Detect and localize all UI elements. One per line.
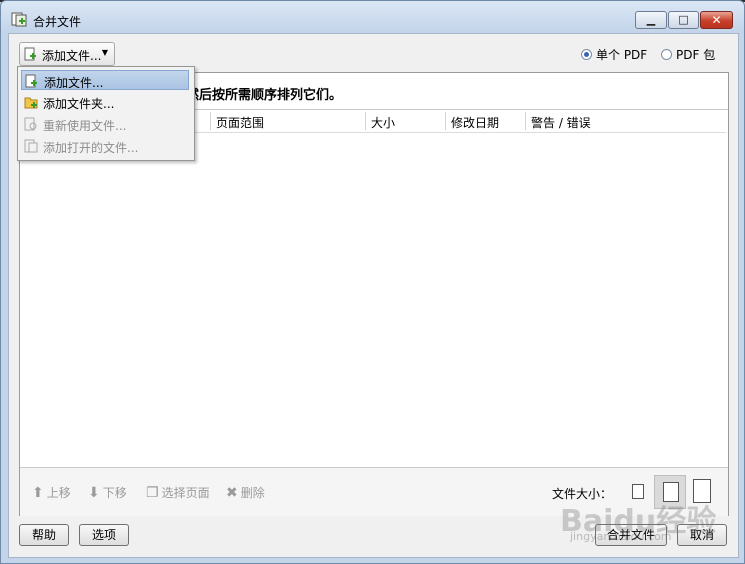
add-files-label: 添加文件... — [42, 49, 102, 63]
radio-pdf-package[interactable]: PDF 包 — [661, 46, 715, 63]
column-separator[interactable] — [365, 112, 366, 130]
open-files-icon — [24, 139, 38, 153]
add-file-icon — [24, 47, 36, 61]
menu-item-label: 添加打开的文件... — [43, 141, 139, 155]
title-bar[interactable]: 合并文件 ▁ □ ✕ — [1, 3, 744, 33]
menu-item-add-folder[interactable]: 添加文件夹... — [21, 92, 189, 112]
add-files-button[interactable]: 添加文件... ▼ — [19, 42, 115, 66]
pages-icon: ❐ — [146, 484, 159, 501]
minimize-icon: ▁ — [646, 13, 656, 26]
column-warnings-errors[interactable]: 警告 / 错误 — [531, 114, 591, 131]
column-separator[interactable] — [525, 112, 526, 130]
add-folder-icon — [24, 97, 38, 109]
move-up-button[interactable]: ⬆ 上移 — [32, 484, 71, 501]
close-button[interactable]: ✕ — [700, 11, 733, 29]
column-page-range[interactable]: 页面范围 — [216, 114, 264, 131]
radio-single-pdf-label: 单个 PDF — [596, 48, 648, 62]
window-title: 合并文件 — [33, 15, 82, 29]
baidu-watermark-url: jingyan.baidu.com — [570, 530, 672, 543]
column-separator[interactable] — [210, 112, 211, 130]
merge-app-icon — [11, 12, 27, 27]
close-icon: ✕ — [711, 13, 722, 27]
menu-item-reuse-files: 重新使用文件... — [21, 114, 189, 134]
choose-pages-label: 选择页面 — [161, 486, 210, 500]
menu-item-add-open-files: 添加打开的文件... — [21, 136, 189, 156]
delete-button[interactable]: ✖ 删除 — [226, 484, 265, 501]
radio-unselected-icon — [661, 49, 672, 60]
delete-label: 删除 — [240, 486, 265, 500]
arrow-up-icon: ⬆ — [32, 484, 44, 501]
maximize-icon: □ — [678, 13, 689, 26]
move-down-button[interactable]: ⬇ 下移 — [88, 484, 127, 501]
help-button[interactable]: 帮助 — [19, 524, 69, 546]
arrow-down-icon: ⬇ — [88, 484, 100, 501]
column-size[interactable]: 大小 — [371, 114, 395, 131]
maximize-button[interactable]: □ — [668, 11, 699, 29]
add-files-dropdown-menu: 添加文件... 添加文件夹... 重新使用文件... 添加打开的文件... — [17, 66, 195, 161]
dropdown-arrow-icon: ▼ — [101, 48, 108, 57]
options-button[interactable]: 选项 — [79, 524, 129, 546]
radio-single-pdf[interactable]: 单个 PDF — [581, 46, 647, 63]
move-up-label: 上移 — [46, 486, 71, 500]
menu-item-label: 重新使用文件... — [43, 119, 127, 133]
radio-selected-icon — [581, 49, 592, 60]
menu-item-label: 添加文件... — [44, 76, 104, 90]
column-modified-date[interactable]: 修改日期 — [451, 114, 499, 131]
choose-pages-button[interactable]: ❐ 选择页面 — [146, 484, 210, 501]
instruction-text: 然后按所需顺序排列它们。 — [186, 88, 343, 103]
radio-pdf-package-label: PDF 包 — [676, 48, 716, 62]
file-list-body[interactable] — [20, 133, 726, 465]
delete-icon: ✖ — [226, 484, 238, 501]
column-separator[interactable] — [445, 112, 446, 130]
menu-item-label: 添加文件夹... — [43, 97, 115, 111]
reuse-files-icon — [24, 117, 37, 131]
minimize-button[interactable]: ▁ — [635, 11, 667, 29]
menu-item-add-files[interactable]: 添加文件... — [21, 70, 189, 90]
move-down-label: 下移 — [102, 486, 127, 500]
add-file-icon — [25, 74, 37, 88]
